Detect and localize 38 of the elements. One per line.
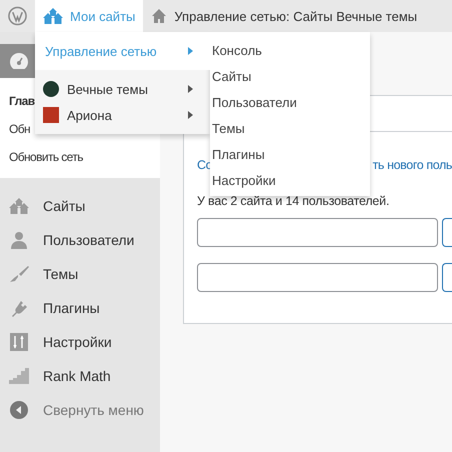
menu-item[interactable]: Пользователи — [210, 90, 370, 116]
menu-item[interactable]: Консоль — [210, 38, 370, 64]
submenu-item[interactable]: Глав — [9, 87, 34, 115]
button[interactable] — [442, 218, 452, 247]
caret-icon — [188, 111, 193, 119]
caret-icon — [188, 85, 193, 93]
menu-item[interactable]: Сайты — [210, 64, 370, 90]
chart-icon — [9, 368, 29, 384]
houses-icon — [43, 7, 63, 25]
gauge-icon[interactable] — [9, 52, 29, 70]
houses-icon — [9, 197, 29, 215]
menu-item[interactable]: Плагины — [0, 291, 160, 325]
menu-item[interactable]: Настройки — [210, 168, 370, 194]
collapse-icon[interactable] — [10, 401, 28, 419]
person-icon — [9, 231, 29, 249]
caret-icon — [188, 47, 193, 55]
submenu-item[interactable]: Обновить сеть — [9, 143, 83, 171]
search-field[interactable] — [197, 218, 438, 247]
link[interactable]: ть нового поль — [372, 158, 452, 172]
menu-item[interactable]: Темы — [0, 257, 160, 291]
submenu-item[interactable]: Обн — [9, 115, 30, 143]
menu-item[interactable]: Темы — [210, 116, 370, 142]
menu-item[interactable]: Свернуть меню — [0, 393, 160, 427]
brush-icon — [9, 265, 29, 283]
toolbar-item[interactable]: Управление сетью: Сайты Вечные темы — [143, 0, 426, 32]
menu-item[interactable]: Настройки — [0, 325, 160, 359]
menu-item[interactable]: Плагины — [210, 142, 370, 168]
summary-text: У вас 2 сайта и 14 пользователей. — [197, 194, 390, 208]
sliders-icon — [10, 333, 28, 351]
home-icon — [151, 8, 168, 24]
menu-item[interactable]: Сайты — [0, 189, 160, 223]
menu-item[interactable]: Вечные темы — [35, 76, 210, 102]
search-field[interactable] — [197, 263, 438, 292]
menu-item[interactable]: Rank Math — [0, 359, 160, 393]
button[interactable] — [442, 263, 452, 292]
menu-item[interactable]: Пользователи — [0, 223, 160, 257]
menu-item[interactable]: Ариона — [35, 102, 210, 128]
wordpress-logo-icon[interactable] — [8, 6, 27, 26]
